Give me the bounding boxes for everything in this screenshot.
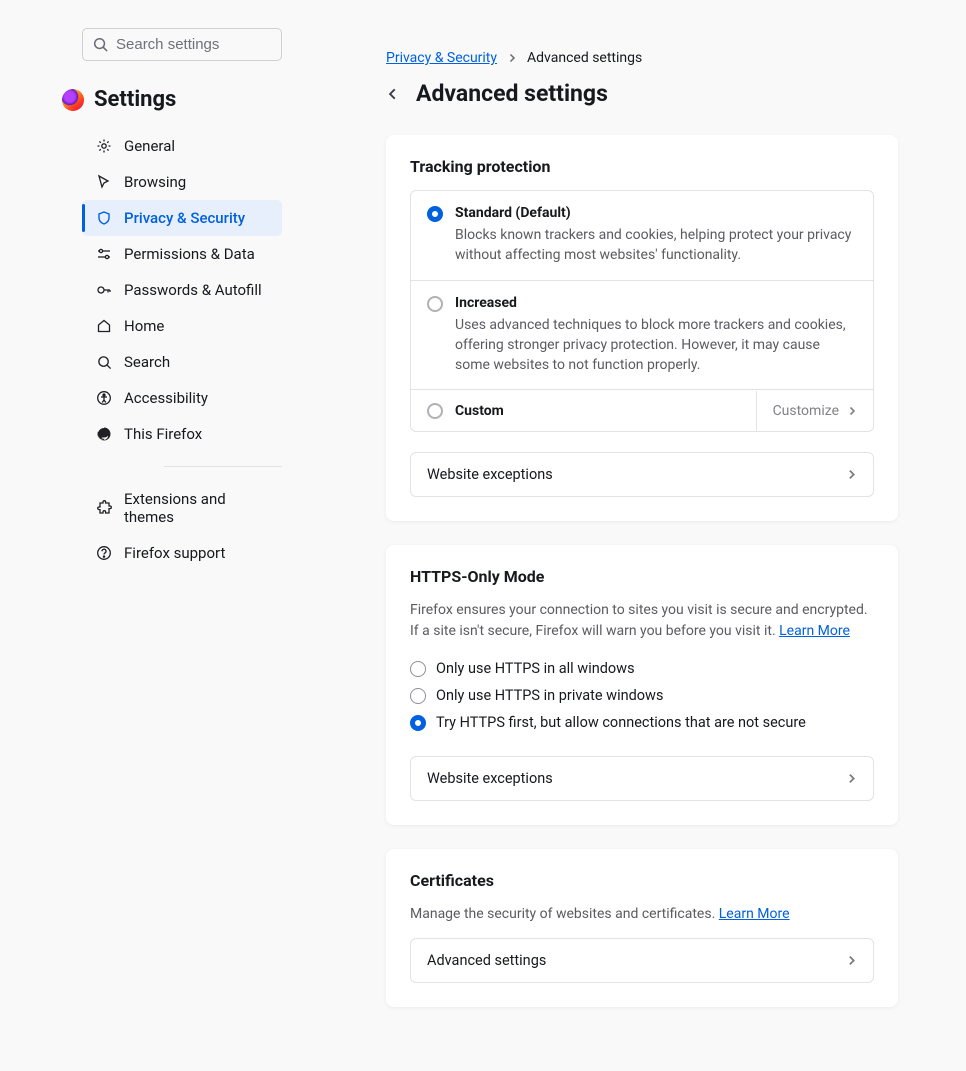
sidebar-item-accessibility[interactable]: Accessibility — [82, 380, 282, 416]
https-heading: HTTPS-Only Mode — [410, 567, 874, 586]
sidebar: Settings General Browsing Privacy & Secu… — [0, 0, 302, 1071]
chevron-right-icon — [847, 406, 857, 416]
back-button[interactable] — [386, 87, 400, 101]
sidebar-item-label: Search — [124, 353, 170, 371]
certificates-card: Certificates Manage the security of webs… — [386, 849, 898, 1007]
option-title: Custom — [455, 403, 504, 419]
sidebar-item-permissions-data[interactable]: Permissions & Data — [82, 236, 282, 272]
tracking-option-increased[interactable]: Increased Uses advanced techniques to bl… — [411, 281, 873, 391]
sidebar-item-label: Permissions & Data — [124, 245, 255, 263]
sidebar-item-home[interactable]: Home — [82, 308, 282, 344]
radio-unselected-icon — [410, 661, 426, 677]
search-box[interactable] — [82, 28, 282, 61]
home-icon — [96, 318, 112, 334]
sidebar-item-general[interactable]: General — [82, 128, 282, 164]
option-description: Blocks known trackers and cookies, helpi… — [455, 225, 857, 266]
sliders-icon — [96, 246, 112, 262]
sidebar-item-label: This Firefox — [124, 425, 202, 443]
sidebar-item-label: Firefox support — [124, 544, 225, 562]
learn-more-link[interactable]: Learn More — [719, 906, 790, 922]
radio-unselected-icon — [427, 296, 443, 312]
breadcrumb: Privacy & Security Advanced settings — [386, 50, 898, 66]
tracking-heading: Tracking protection — [410, 157, 874, 176]
help-icon — [96, 545, 112, 561]
https-website-exceptions-button[interactable]: Website exceptions — [410, 756, 874, 801]
https-option-all-windows[interactable]: Only use HTTPS in all windows — [410, 655, 874, 682]
sidebar-item-label: Accessibility — [124, 389, 208, 407]
option-label: Try HTTPS first, but allow connections t… — [436, 714, 806, 731]
search-icon — [96, 355, 112, 370]
tracking-option-standard[interactable]: Standard (Default) Blocks known trackers… — [411, 191, 873, 281]
firefox-logo-icon — [62, 89, 84, 111]
option-description: Uses advanced techniques to block more t… — [455, 315, 857, 376]
page-title: Advanced settings — [416, 80, 608, 107]
chevron-right-icon — [846, 955, 857, 966]
https-description: Firefox ensures your connection to sites… — [410, 600, 874, 641]
shield-icon — [96, 210, 112, 226]
chevron-right-icon — [507, 53, 517, 63]
sidebar-item-label: Privacy & Security — [124, 209, 245, 227]
learn-more-link[interactable]: Learn More — [779, 623, 850, 639]
customize-button[interactable]: Customize — [756, 391, 873, 431]
certs-advanced-settings-button[interactable]: Advanced settings — [410, 938, 874, 983]
sidebar-item-label: Extensions and themes — [124, 490, 268, 526]
sidebar-item-passwords-autofill[interactable]: Passwords & Autofill — [82, 272, 282, 308]
sidebar-item-privacy-security[interactable]: Privacy & Security — [82, 200, 282, 236]
https-only-card: HTTPS-Only Mode Firefox ensures your con… — [386, 545, 898, 825]
gear-icon — [96, 138, 112, 154]
option-title: Standard (Default) — [455, 205, 857, 221]
certs-description: Manage the security of websites and cert… — [410, 904, 874, 924]
radio-selected-icon — [427, 206, 443, 222]
sidebar-item-search[interactable]: Search — [82, 344, 282, 380]
option-title: Increased — [455, 295, 857, 311]
sidebar-item-extensions-themes[interactable]: Extensions and themes — [82, 481, 282, 535]
chevron-right-icon — [846, 469, 857, 480]
chevron-right-icon — [846, 773, 857, 784]
option-label: Only use HTTPS in all windows — [436, 660, 635, 677]
sidebar-item-label: Passwords & Autofill — [124, 281, 262, 299]
accessibility-icon — [96, 390, 112, 406]
tracking-protection-card: Tracking protection Standard (Default) B… — [386, 135, 898, 521]
breadcrumb-current: Advanced settings — [527, 50, 642, 66]
key-icon — [96, 282, 112, 298]
sidebar-item-label: Home — [124, 317, 164, 335]
firefox-icon — [96, 426, 112, 442]
brand-title: Settings — [0, 81, 302, 124]
certs-heading: Certificates — [410, 871, 874, 890]
sidebar-item-firefox-support[interactable]: Firefox support — [82, 535, 282, 571]
tracking-website-exceptions-button[interactable]: Website exceptions — [410, 452, 874, 497]
tracking-option-custom[interactable]: Custom Customize — [411, 390, 873, 431]
sidebar-item-browsing[interactable]: Browsing — [82, 164, 282, 200]
radio-selected-icon — [410, 715, 426, 731]
option-label: Only use HTTPS in private windows — [436, 687, 663, 704]
search-input[interactable] — [116, 36, 315, 53]
sidebar-divider — [164, 466, 282, 467]
sidebar-item-this-firefox[interactable]: This Firefox — [82, 416, 282, 452]
sidebar-item-label: Browsing — [124, 173, 186, 191]
radio-unselected-icon — [410, 688, 426, 704]
cursor-icon — [96, 174, 112, 190]
main-content: Privacy & Security Advanced settings Adv… — [302, 0, 966, 1071]
https-option-private-windows[interactable]: Only use HTTPS in private windows — [410, 682, 874, 709]
https-option-try-first[interactable]: Try HTTPS first, but allow connections t… — [410, 709, 874, 736]
breadcrumb-parent-link[interactable]: Privacy & Security — [386, 50, 497, 66]
puzzle-icon — [96, 500, 112, 516]
search-icon — [93, 37, 108, 52]
sidebar-item-label: General — [124, 137, 175, 155]
radio-unselected-icon — [427, 403, 443, 419]
